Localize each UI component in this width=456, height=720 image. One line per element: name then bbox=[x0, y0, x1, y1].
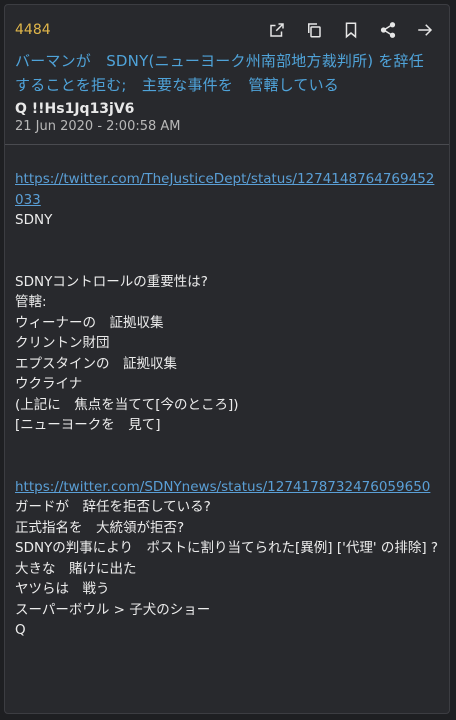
body-line: 大きな 賭けに出た bbox=[15, 560, 137, 577]
post-toolbar bbox=[267, 20, 435, 40]
body-line: SDNY bbox=[15, 212, 53, 228]
body-line: (上記に 焦点を当てて[今のところ]) bbox=[15, 396, 239, 413]
post-header: 4484 バーマンが SDNY(ニューヨーク州南部地方裁判所) を辞任することを… bbox=[5, 5, 449, 134]
body-line: ヤツらは 戦う bbox=[15, 581, 110, 597]
body-line: SDNYの判事により ポストに割り当てられた[異例] ['代理' の排除] ? bbox=[15, 540, 439, 556]
post-topline: 4484 bbox=[15, 13, 439, 47]
body-line: クリントン財団 bbox=[15, 335, 110, 351]
body-line: [ニューヨークを 見て] bbox=[15, 417, 161, 433]
post-author: Q !!Hs1Jq13jV6 bbox=[15, 101, 135, 117]
post-body: https://twitter.com/TheJusticeDept/statu… bbox=[5, 145, 449, 641]
copy-icon[interactable] bbox=[304, 20, 324, 40]
post-card: 4484 バーマンが SDNY(ニューヨーク州南部地方裁判所) を辞任することを… bbox=[4, 4, 450, 714]
body-line: Q bbox=[15, 622, 26, 638]
body-line: エプスタインの 証拠収集 bbox=[15, 355, 177, 372]
tweet-link-justice-dept[interactable]: https://twitter.com/TheJusticeDept/statu… bbox=[15, 169, 439, 210]
body-line: ガードが 辞任を拒否している? bbox=[15, 499, 211, 515]
share-icon[interactable] bbox=[378, 20, 398, 40]
bookmark-icon[interactable] bbox=[341, 20, 361, 40]
body-line: 管轄: bbox=[15, 294, 47, 310]
open-external-icon[interactable] bbox=[267, 20, 287, 40]
body-line: SDNYコントロールの重要性は? bbox=[15, 273, 208, 290]
body-line: ウクライナ bbox=[15, 376, 83, 392]
tweet-link-sdny-news[interactable]: https://twitter.com/SDNYnews/status/1274… bbox=[15, 477, 439, 498]
body-line: ウィーナーの 証拠収集 bbox=[15, 314, 164, 331]
post-timestamp: 21 Jun 2020 - 2:00:58 AM bbox=[15, 119, 181, 134]
post-title: バーマンが SDNY(ニューヨーク州南部地方裁判所) を辞任することを拒む; 主… bbox=[15, 52, 424, 94]
forward-icon[interactable] bbox=[415, 20, 435, 40]
body-line: 正式指名を 大統領が拒否? bbox=[15, 519, 185, 536]
post-number[interactable]: 4484 bbox=[15, 22, 51, 38]
body-line: スーパーボウル > 子犬のショー bbox=[15, 601, 211, 618]
